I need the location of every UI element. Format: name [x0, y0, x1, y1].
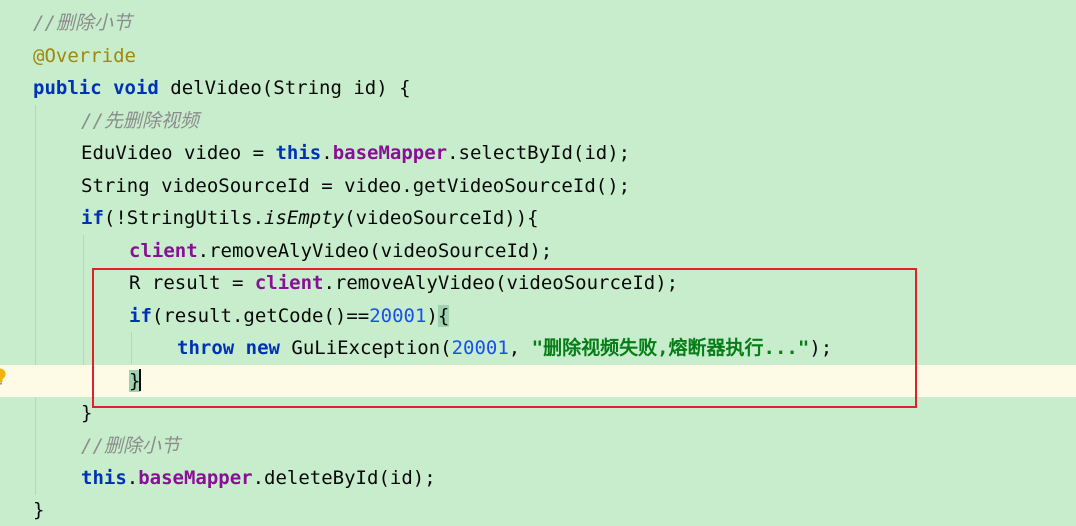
code-token: . [321, 142, 333, 164]
highlight-box [92, 268, 917, 408]
keyword-token: this [81, 467, 127, 489]
code-line[interactable]: //删除小节 [0, 430, 1076, 462]
code-line[interactable]: } [0, 494, 1076, 526]
code-line[interactable]: @Override [0, 40, 1076, 72]
code-editor[interactable]: //删除小节 @Override public void delVideo(St… [0, 0, 1076, 523]
code-token: EduVideo video = [81, 142, 276, 164]
code-line[interactable]: //删除小节 [0, 7, 1076, 39]
keyword-token: this [275, 142, 322, 164]
code-line[interactable]: this.baseMapper.deleteById(id); [0, 462, 1076, 494]
code-line[interactable]: String videoSourceId = video.getVideoSou… [0, 170, 1076, 202]
code-line[interactable]: EduVideo video = this.baseMapper.selectB… [0, 137, 1076, 169]
keyword-token: void [113, 77, 159, 99]
code-token: delVideo(String id) { [158, 77, 411, 99]
code-token: (videoSourceId)){ [344, 207, 539, 229]
keyword-token: public [33, 77, 102, 99]
method-token: isEmpty [264, 207, 345, 229]
keyword-token: if [81, 207, 104, 229]
lightbulb-icon[interactable] [0, 368, 6, 386]
code-token: } [33, 499, 45, 521]
comment-token: //先删除视频 [81, 110, 199, 132]
code-token: .removeAlyVideo(videoSourceId); [197, 240, 553, 262]
field-token: baseMapper [138, 467, 253, 489]
code-token: String videoSourceId = video.getVideoSou… [81, 175, 631, 197]
text-caret [139, 369, 141, 391]
code-line[interactable]: //先删除视频 [0, 105, 1076, 137]
field-token: client [129, 240, 198, 262]
code-line[interactable]: public void delVideo(String id) { [0, 72, 1076, 104]
code-line[interactable]: client.removeAlyVideo(videoSourceId); [0, 235, 1076, 267]
code-token: } [81, 402, 93, 424]
annotation-token: @Override [33, 45, 136, 67]
code-token: .selectById(id); [447, 142, 631, 164]
comment-token: //删除小节 [33, 12, 132, 34]
comment-token: //删除小节 [81, 435, 180, 457]
code-token: (!StringUtils. [103, 207, 265, 229]
code-token: . [126, 467, 139, 489]
code-token: .deleteById(id); [252, 467, 436, 489]
code-line[interactable]: if(!StringUtils.isEmpty(videoSourceId)){ [0, 202, 1076, 234]
field-token: baseMapper [332, 142, 448, 164]
